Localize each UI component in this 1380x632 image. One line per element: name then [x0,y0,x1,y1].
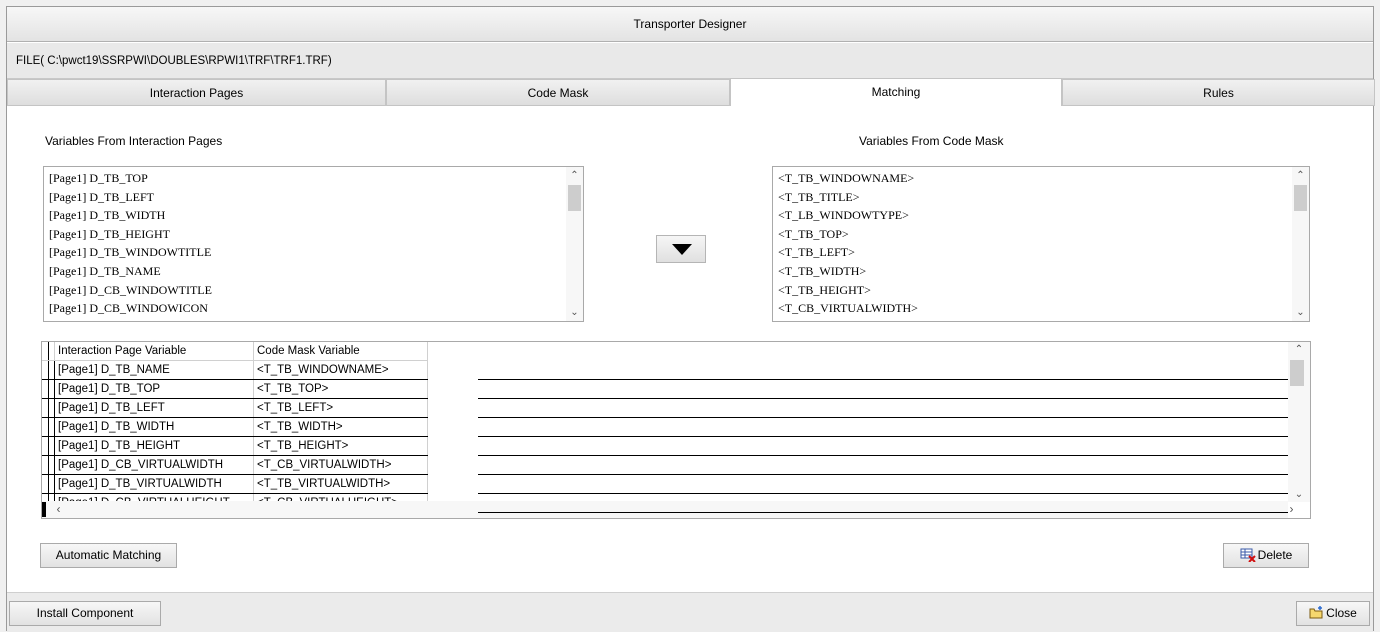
row-divider [478,398,1288,399]
delete-button-label: Delete [1257,548,1293,562]
tab-interaction-pages[interactable]: Interaction Pages [7,79,386,106]
scroll-down-icon[interactable]: ⌄ [1288,489,1310,500]
row-divider [478,493,1288,494]
scroll-down-icon[interactable]: ⌄ [566,304,583,321]
list-item[interactable]: [Page1] D_TB_NAME [49,262,212,281]
folder-icon [1309,606,1323,619]
tab-code-mask[interactable]: Code Mask [386,79,730,106]
close-button[interactable]: Close [1296,601,1370,626]
scroll-thumb[interactable] [1294,185,1307,211]
list-item[interactable]: [Page1] D_TB_WINDOWTITLE [49,243,212,262]
row-divider [478,417,1288,418]
row-divider [478,455,1288,456]
transporter-designer-window: Transporter Designer FILE( C:\pwct19\SSR… [6,6,1375,632]
right-list-scrollbar[interactable]: ⌃ ⌄ [1292,167,1309,321]
interaction-variables-list[interactable]: [Page1] D_TB_TOP [Page1] D_TB_LEFT [Page1]… [43,166,584,322]
cell-interaction-variable[interactable]: [Page1] D_TB_LEFT [54,398,254,418]
cell-code-mask-variable[interactable]: <T_TB_HEIGHT> [253,436,428,456]
scroll-up-icon[interactable]: ⌃ [566,167,583,184]
row-divider [478,474,1288,475]
scroll-left-icon[interactable]: ‹ [50,501,67,518]
grid-horizontal-scrollbar[interactable]: ‹ › [42,501,1294,518]
tab-bar: Interaction Pages Code Mask Matching Rul… [7,78,1375,106]
cell-interaction-variable[interactable]: [Page1] D_TB_NAME [54,360,254,380]
cell-code-mask-variable[interactable]: <T_TB_LEFT> [253,398,428,418]
right-list-label: Variables From Code Mask [859,134,1004,148]
left-list-scrollbar[interactable]: ⌃ ⌄ [566,167,583,321]
table-row[interactable]: [Page1] D_TB_WIDTH <T_TB_WIDTH> [42,417,428,437]
close-button-label: Close [1326,606,1357,620]
list-item[interactable]: [Page1] D_TB_HEIGHT [49,225,212,244]
install-component-button[interactable]: Install Component [9,601,161,626]
window-title: Transporter Designer [7,7,1373,42]
grid-vertical-scrollbar[interactable]: ⌃ ⌄ [1288,342,1310,502]
list-item[interactable]: <T_TB_TOP> [778,225,918,244]
scroll-thumb[interactable] [568,185,581,211]
cell-code-mask-variable[interactable]: <T_TB_WIDTH> [253,417,428,437]
matching-table: Interaction Page Variable Code Mask Vari… [42,342,428,513]
table-row[interactable]: [Page1] D_CB_VIRTUALWIDTH <T_CB_VIRTUALWI… [42,455,428,475]
list-item[interactable]: <T_TB_WIDTH> [778,262,918,281]
automatic-matching-button[interactable]: Automatic Matching [40,543,177,568]
table-row[interactable]: [Page1] D_TB_TOP <T_TB_TOP> [42,379,428,399]
scroll-up-icon[interactable]: ⌃ [1288,344,1310,355]
cell-code-mask-variable[interactable]: <T_TB_TOP> [253,379,428,399]
triangle-down-icon [672,244,692,255]
scroll-right-icon[interactable]: › [1283,501,1300,518]
list-item[interactable]: [Page1] D_CB_WINDOWTITLE [49,281,212,300]
cell-code-mask-variable[interactable]: <T_CB_VIRTUALWIDTH> [253,455,428,475]
list-item[interactable]: <T_CB_VIRTUALWIDTH> [778,299,918,318]
scroll-down-icon[interactable]: ⌄ [1292,304,1309,321]
list-item[interactable]: [Page1] D_TB_WIDTH [49,206,212,225]
list-item[interactable]: [Page1] D_TB_TOP [49,169,212,188]
cell-interaction-variable[interactable]: [Page1] D_CB_VIRTUALWIDTH [54,455,254,475]
list-item[interactable]: <T_LB_WINDOWTYPE> [778,206,918,225]
list-item[interactable]: <T_TB_TITLE> [778,188,918,207]
file-path: FILE( C:\pwct19\SSRPWI\DOUBLES\RPWI1\TRF… [7,43,1373,79]
delete-button[interactable]: Delete [1223,543,1309,568]
table-row[interactable]: [Page1] D_TB_VIRTUALWIDTH <T_TB_VIRTUALWI… [42,474,428,494]
scroll-up-icon[interactable]: ⌃ [1292,167,1309,184]
cell-code-mask-variable[interactable]: <T_TB_VIRTUALWIDTH> [253,474,428,494]
footer-bar: Install Component Close [7,592,1373,632]
grid-delete-icon [1240,548,1256,563]
tab-rules[interactable]: Rules [1062,79,1375,106]
row-indicator [42,502,46,517]
list-item[interactable]: [Page1] D_TB_LEFT [49,188,212,207]
grid-header-interaction[interactable]: Interaction Page Variable [54,342,254,361]
list-item[interactable]: <T_TB_WINDOWNAME> [778,169,918,188]
list-item[interactable]: <T_TB_HEIGHT> [778,281,918,300]
table-row[interactable]: [Page1] D_TB_HEIGHT <T_TB_HEIGHT> [42,436,428,456]
cell-code-mask-variable[interactable]: <T_TB_WINDOWNAME> [253,360,428,380]
list-item[interactable]: [Page1] D_CB_WINDOWICON [49,299,212,318]
add-match-button[interactable] [656,235,706,263]
row-divider [478,436,1288,437]
row-divider [478,379,1288,380]
table-row[interactable]: [Page1] D_TB_LEFT <T_TB_LEFT> [42,398,428,418]
grid-header-row: Interaction Page Variable Code Mask Vari… [42,342,428,361]
row-divider [478,512,1288,513]
matching-grid[interactable]: Interaction Page Variable Code Mask Vari… [41,341,1311,519]
cell-interaction-variable[interactable]: [Page1] D_TB_HEIGHT [54,436,254,456]
list-item[interactable]: <T_TB_LEFT> [778,243,918,262]
cell-interaction-variable[interactable]: [Page1] D_TB_WIDTH [54,417,254,437]
code-mask-variables-list[interactable]: <T_TB_WINDOWNAME> <T_TB_TITLE> <T_LB_WINDO… [772,166,1310,322]
cell-interaction-variable[interactable]: [Page1] D_TB_VIRTUALWIDTH [54,474,254,494]
scroll-thumb[interactable] [1290,360,1304,386]
table-row[interactable]: [Page1] D_TB_NAME <T_TB_WINDOWNAME> [42,360,428,380]
left-list-label: Variables From Interaction Pages [45,134,223,148]
cell-interaction-variable[interactable]: [Page1] D_TB_TOP [54,379,254,399]
tab-matching[interactable]: Matching [730,78,1062,106]
grid-header-codemask[interactable]: Code Mask Variable [253,342,428,361]
